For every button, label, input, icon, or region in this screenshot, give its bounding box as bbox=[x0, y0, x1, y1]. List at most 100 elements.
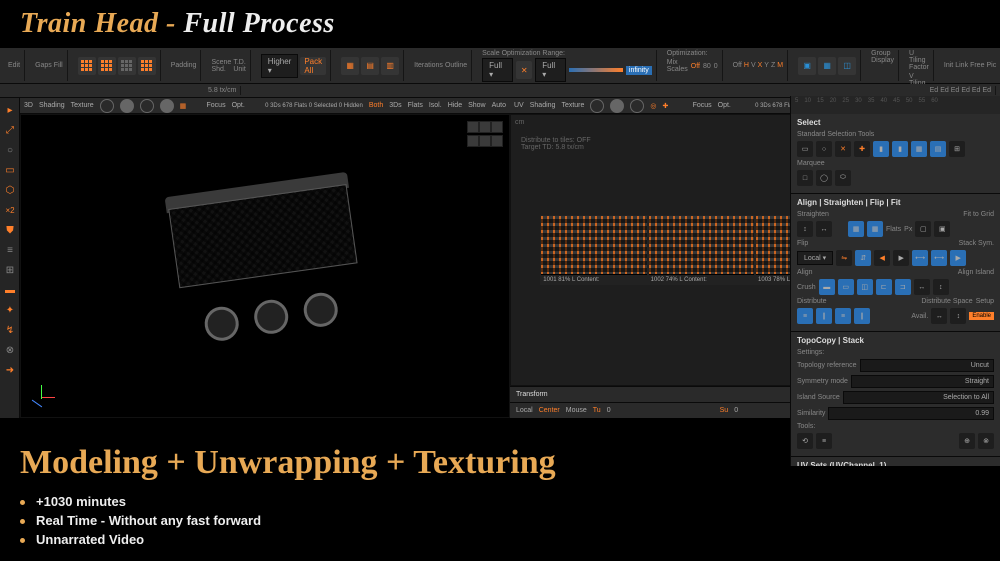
layout-btn-2[interactable]: ▤ bbox=[361, 57, 379, 75]
circle-tool[interactable]: ○ bbox=[2, 142, 18, 158]
sel-b3-icon[interactable]: ▦ bbox=[911, 141, 927, 157]
s1-icon[interactable] bbox=[590, 99, 604, 113]
vp1-opt[interactable]: Opt. bbox=[232, 102, 245, 109]
grid-btn-2[interactable] bbox=[98, 57, 116, 75]
tool-13[interactable]: ➜ bbox=[2, 362, 18, 378]
vp1-isol[interactable]: Isol. bbox=[429, 102, 442, 109]
t-center[interactable]: Center bbox=[539, 407, 560, 414]
sel-rect-icon[interactable]: ▭ bbox=[797, 141, 813, 157]
rect-tool[interactable]: ▭ bbox=[2, 162, 18, 178]
similarity-field[interactable]: 0.99 bbox=[828, 407, 994, 418]
tool-8[interactable]: ⊞ bbox=[2, 262, 18, 278]
s3-icon[interactable] bbox=[630, 99, 644, 113]
shield-tool[interactable]: ⛊ bbox=[2, 222, 18, 238]
su-value[interactable]: 0 bbox=[734, 407, 738, 414]
selall-field[interactable]: Selection to All bbox=[843, 391, 994, 404]
grid-v-icon[interactable]: ▦ bbox=[180, 102, 187, 110]
vp1-hide[interactable]: Hide bbox=[448, 102, 462, 109]
uv-tile[interactable]: 1002 74% L Content: bbox=[648, 215, 755, 285]
ed-btn[interactable]: Ed bbox=[982, 87, 991, 94]
tu-value[interactable]: 0 bbox=[607, 407, 611, 414]
crush-label[interactable]: Crush bbox=[797, 284, 816, 291]
al-5-icon[interactable]: ⊐ bbox=[895, 279, 911, 295]
ed-btn[interactable]: Ed bbox=[930, 87, 939, 94]
d-2-icon[interactable]: ∥ bbox=[816, 308, 832, 324]
mq-lasso-icon[interactable]: ⬭ bbox=[835, 170, 851, 186]
vp1-flats[interactable]: Flats bbox=[408, 102, 423, 109]
d-4-icon[interactable]: ∥ bbox=[854, 308, 870, 324]
local-dropdown[interactable]: Local ▾ bbox=[797, 251, 833, 265]
grow-tool[interactable]: ⤢ bbox=[2, 122, 18, 138]
t-mouse[interactable]: Mouse bbox=[566, 407, 587, 414]
axis-y[interactable]: Y bbox=[764, 62, 769, 69]
vp2-tab-shading[interactable]: Shading bbox=[530, 102, 556, 109]
sel-circle-icon[interactable]: ○ bbox=[816, 141, 832, 157]
layout-btn-3[interactable]: ▥ bbox=[381, 57, 399, 75]
flip-v-icon[interactable]: ⇵ bbox=[855, 250, 871, 266]
target-icon[interactable]: ◎ bbox=[650, 102, 656, 110]
grid-btn-4[interactable] bbox=[138, 57, 156, 75]
full-dropdown[interactable]: Full ▾ bbox=[482, 58, 513, 82]
ds-2-icon[interactable]: ↕ bbox=[950, 308, 966, 324]
axis-h[interactable]: H bbox=[744, 62, 749, 69]
sel-b1-icon[interactable]: ▮ bbox=[873, 141, 889, 157]
gd-btn-3[interactable]: ◫ bbox=[838, 57, 856, 75]
straight-field[interactable]: Straight bbox=[851, 375, 994, 388]
uv-tile[interactable]: 1001 81% L Content: bbox=[540, 215, 647, 285]
nav-cube[interactable] bbox=[467, 121, 503, 149]
ed-btn[interactable]: Ed bbox=[951, 87, 960, 94]
3d-viewport[interactable] bbox=[20, 114, 510, 418]
x2-tool[interactable]: ×2 bbox=[2, 202, 18, 218]
str-2-icon[interactable]: ↔ bbox=[816, 221, 832, 237]
vp2-focus[interactable]: Focus bbox=[693, 102, 712, 109]
fit-4-icon[interactable]: ▣ bbox=[934, 221, 950, 237]
axis-x[interactable]: X bbox=[758, 62, 763, 69]
vp1-tab-texture[interactable]: Texture bbox=[71, 102, 94, 109]
flip-h-icon[interactable]: ⇋ bbox=[836, 250, 852, 266]
link-btn[interactable]: Link bbox=[955, 62, 968, 69]
al-7-icon[interactable]: ↕ bbox=[933, 279, 949, 295]
tool-12[interactable]: ⊗ bbox=[2, 342, 18, 358]
shade-solid-icon[interactable] bbox=[120, 99, 134, 113]
arrow-tool[interactable]: ▸ bbox=[2, 102, 18, 118]
str-1-icon[interactable]: ↕ bbox=[797, 221, 813, 237]
ds-1-icon[interactable]: ↔ bbox=[931, 308, 947, 324]
gd-btn-2[interactable]: ▦ bbox=[818, 57, 836, 75]
s2-icon[interactable] bbox=[610, 99, 624, 113]
mq-rect-icon[interactable]: □ bbox=[797, 170, 813, 186]
t-local[interactable]: Local bbox=[516, 407, 533, 414]
vp1-tab-shading[interactable]: Shading bbox=[39, 102, 65, 109]
sym-2-icon[interactable]: ⟷ bbox=[931, 250, 947, 266]
axis-m[interactable]: M bbox=[777, 62, 783, 69]
full2-dropdown[interactable]: Full ▾ bbox=[535, 58, 566, 82]
sel-plus-icon[interactable]: ✚ bbox=[854, 141, 870, 157]
shade-tex-icon[interactable] bbox=[160, 99, 174, 113]
pack-all-btn[interactable]: Pack All bbox=[300, 57, 326, 75]
d-3-icon[interactable]: ≡ bbox=[835, 308, 851, 324]
mix-off[interactable]: Off bbox=[691, 63, 700, 70]
ed-btn[interactable]: Ed bbox=[972, 87, 981, 94]
flip-4-icon[interactable]: ▶ bbox=[893, 250, 909, 266]
sel-grid-icon[interactable]: ⊞ bbox=[949, 141, 965, 157]
sym-1-icon[interactable]: ⟷ bbox=[912, 250, 928, 266]
sel-x-icon[interactable]: ✕ bbox=[835, 141, 851, 157]
fit-1-icon[interactable]: ▦ bbox=[848, 221, 864, 237]
al-1-icon[interactable]: ▬ bbox=[819, 279, 835, 295]
vp2-tab-uv[interactable]: UV bbox=[514, 102, 524, 109]
al-3-icon[interactable]: ◫ bbox=[857, 279, 873, 295]
fit-3-icon[interactable]: ▢ bbox=[915, 221, 931, 237]
tool-11[interactable]: ↯ bbox=[2, 322, 18, 338]
axis-z[interactable]: Z bbox=[771, 62, 775, 69]
sel-b2-icon[interactable]: ▮ bbox=[892, 141, 908, 157]
grid-btn-3[interactable] bbox=[118, 57, 136, 75]
uncut-field[interactable]: Uncut bbox=[860, 359, 994, 372]
vp1-show[interactable]: Show bbox=[468, 102, 486, 109]
enable-btn[interactable]: Enable bbox=[969, 312, 994, 320]
vp1-3ds[interactable]: 3Ds bbox=[389, 102, 401, 109]
tool-9[interactable]: ▬ bbox=[2, 282, 18, 298]
axis-v[interactable]: V bbox=[751, 62, 756, 69]
shade-flat-icon[interactable] bbox=[100, 99, 114, 113]
px-label[interactable]: Px bbox=[904, 226, 912, 233]
gd-btn-1[interactable]: ▣ bbox=[798, 57, 816, 75]
avail-label[interactable]: Avail. bbox=[911, 313, 928, 320]
